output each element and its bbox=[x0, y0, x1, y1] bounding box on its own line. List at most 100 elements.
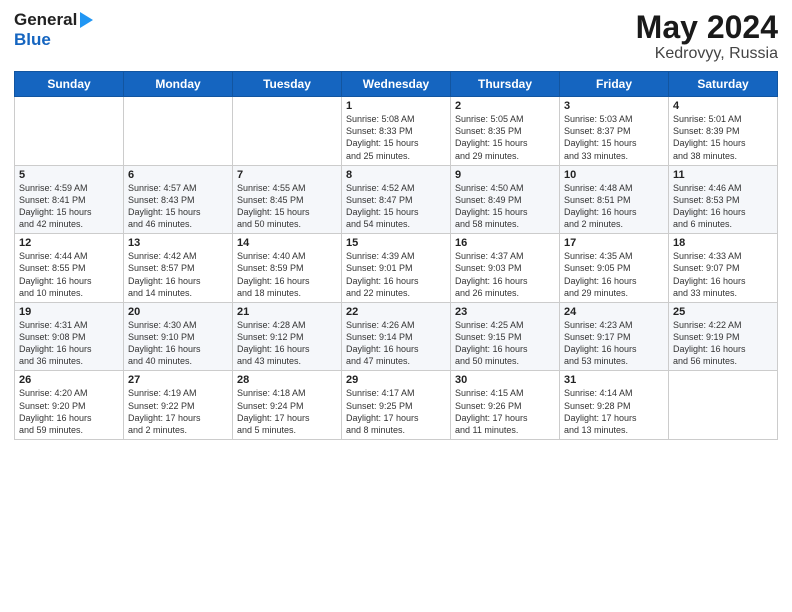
day-info: Sunrise: 4:46 AMSunset: 8:53 PMDaylight:… bbox=[673, 182, 773, 231]
day-info: Sunrise: 4:52 AMSunset: 8:47 PMDaylight:… bbox=[346, 182, 446, 231]
day-number: 20 bbox=[128, 306, 228, 318]
day-number: 2 bbox=[455, 100, 555, 112]
day-number: 10 bbox=[564, 169, 664, 181]
day-number: 1 bbox=[346, 100, 446, 112]
day-info: Sunrise: 4:22 AMSunset: 9:19 PMDaylight:… bbox=[673, 319, 773, 368]
day-number: 12 bbox=[19, 237, 119, 249]
day-info: Sunrise: 4:44 AMSunset: 8:55 PMDaylight:… bbox=[19, 250, 119, 299]
day-info: Sunrise: 4:15 AMSunset: 9:26 PMDaylight:… bbox=[455, 387, 555, 436]
day-number: 8 bbox=[346, 169, 446, 181]
table-row: 1Sunrise: 5:08 AMSunset: 8:33 PMDaylight… bbox=[342, 97, 451, 166]
day-number: 14 bbox=[237, 237, 337, 249]
table-row: 3Sunrise: 5:03 AMSunset: 8:37 PMDaylight… bbox=[560, 97, 669, 166]
day-info: Sunrise: 4:48 AMSunset: 8:51 PMDaylight:… bbox=[564, 182, 664, 231]
title-block: May 2024 Kedrovyy, Russia bbox=[636, 10, 778, 63]
logo-general-text: General bbox=[14, 10, 77, 30]
day-number: 27 bbox=[128, 374, 228, 386]
calendar-week-row: 1Sunrise: 5:08 AMSunset: 8:33 PMDaylight… bbox=[15, 97, 778, 166]
day-number: 13 bbox=[128, 237, 228, 249]
day-number: 6 bbox=[128, 169, 228, 181]
day-info: Sunrise: 4:35 AMSunset: 9:05 PMDaylight:… bbox=[564, 250, 664, 299]
col-saturday: Saturday bbox=[669, 72, 778, 97]
table-row: 26Sunrise: 4:20 AMSunset: 9:20 PMDayligh… bbox=[15, 371, 124, 440]
day-number: 5 bbox=[19, 169, 119, 181]
table-row bbox=[233, 97, 342, 166]
day-info: Sunrise: 4:30 AMSunset: 9:10 PMDaylight:… bbox=[128, 319, 228, 368]
day-number: 9 bbox=[455, 169, 555, 181]
day-info: Sunrise: 4:55 AMSunset: 8:45 PMDaylight:… bbox=[237, 182, 337, 231]
table-row: 25Sunrise: 4:22 AMSunset: 9:19 PMDayligh… bbox=[669, 302, 778, 371]
table-row: 31Sunrise: 4:14 AMSunset: 9:28 PMDayligh… bbox=[560, 371, 669, 440]
table-row: 5Sunrise: 4:59 AMSunset: 8:41 PMDaylight… bbox=[15, 165, 124, 234]
day-number: 30 bbox=[455, 374, 555, 386]
table-row: 27Sunrise: 4:19 AMSunset: 9:22 PMDayligh… bbox=[124, 371, 233, 440]
day-number: 19 bbox=[19, 306, 119, 318]
day-info: Sunrise: 4:19 AMSunset: 9:22 PMDaylight:… bbox=[128, 387, 228, 436]
table-row: 21Sunrise: 4:28 AMSunset: 9:12 PMDayligh… bbox=[233, 302, 342, 371]
table-row: 22Sunrise: 4:26 AMSunset: 9:14 PMDayligh… bbox=[342, 302, 451, 371]
day-number: 15 bbox=[346, 237, 446, 249]
table-row: 19Sunrise: 4:31 AMSunset: 9:08 PMDayligh… bbox=[15, 302, 124, 371]
logo-arrow-icon bbox=[80, 12, 93, 28]
day-info: Sunrise: 4:26 AMSunset: 9:14 PMDaylight:… bbox=[346, 319, 446, 368]
table-row: 2Sunrise: 5:05 AMSunset: 8:35 PMDaylight… bbox=[451, 97, 560, 166]
header: General Blue May 2024 Kedrovyy, Russia bbox=[14, 10, 778, 63]
day-number: 18 bbox=[673, 237, 773, 249]
day-number: 11 bbox=[673, 169, 773, 181]
day-info: Sunrise: 5:08 AMSunset: 8:33 PMDaylight:… bbox=[346, 113, 446, 162]
table-row: 24Sunrise: 4:23 AMSunset: 9:17 PMDayligh… bbox=[560, 302, 669, 371]
day-info: Sunrise: 5:03 AMSunset: 8:37 PMDaylight:… bbox=[564, 113, 664, 162]
day-number: 23 bbox=[455, 306, 555, 318]
day-number: 16 bbox=[455, 237, 555, 249]
day-info: Sunrise: 4:50 AMSunset: 8:49 PMDaylight:… bbox=[455, 182, 555, 231]
day-number: 26 bbox=[19, 374, 119, 386]
day-info: Sunrise: 4:57 AMSunset: 8:43 PMDaylight:… bbox=[128, 182, 228, 231]
calendar-week-row: 5Sunrise: 4:59 AMSunset: 8:41 PMDaylight… bbox=[15, 165, 778, 234]
page: General Blue May 2024 Kedrovyy, Russia S… bbox=[0, 0, 792, 612]
day-info: Sunrise: 5:05 AMSunset: 8:35 PMDaylight:… bbox=[455, 113, 555, 162]
table-row: 6Sunrise: 4:57 AMSunset: 8:43 PMDaylight… bbox=[124, 165, 233, 234]
col-sunday: Sunday bbox=[15, 72, 124, 97]
day-number: 17 bbox=[564, 237, 664, 249]
day-info: Sunrise: 4:39 AMSunset: 9:01 PMDaylight:… bbox=[346, 250, 446, 299]
day-info: Sunrise: 4:40 AMSunset: 8:59 PMDaylight:… bbox=[237, 250, 337, 299]
day-number: 31 bbox=[564, 374, 664, 386]
day-info: Sunrise: 4:14 AMSunset: 9:28 PMDaylight:… bbox=[564, 387, 664, 436]
calendar-week-row: 12Sunrise: 4:44 AMSunset: 8:55 PMDayligh… bbox=[15, 234, 778, 303]
day-number: 22 bbox=[346, 306, 446, 318]
day-info: Sunrise: 4:25 AMSunset: 9:15 PMDaylight:… bbox=[455, 319, 555, 368]
day-info: Sunrise: 4:59 AMSunset: 8:41 PMDaylight:… bbox=[19, 182, 119, 231]
table-row: 12Sunrise: 4:44 AMSunset: 8:55 PMDayligh… bbox=[15, 234, 124, 303]
table-row: 30Sunrise: 4:15 AMSunset: 9:26 PMDayligh… bbox=[451, 371, 560, 440]
col-thursday: Thursday bbox=[451, 72, 560, 97]
day-info: Sunrise: 4:20 AMSunset: 9:20 PMDaylight:… bbox=[19, 387, 119, 436]
col-friday: Friday bbox=[560, 72, 669, 97]
table-row: 8Sunrise: 4:52 AMSunset: 8:47 PMDaylight… bbox=[342, 165, 451, 234]
table-row: 11Sunrise: 4:46 AMSunset: 8:53 PMDayligh… bbox=[669, 165, 778, 234]
table-row bbox=[669, 371, 778, 440]
day-info: Sunrise: 4:23 AMSunset: 9:17 PMDaylight:… bbox=[564, 319, 664, 368]
day-info: Sunrise: 5:01 AMSunset: 8:39 PMDaylight:… bbox=[673, 113, 773, 162]
table-row: 16Sunrise: 4:37 AMSunset: 9:03 PMDayligh… bbox=[451, 234, 560, 303]
day-info: Sunrise: 4:17 AMSunset: 9:25 PMDaylight:… bbox=[346, 387, 446, 436]
logo-blue-text: Blue bbox=[14, 30, 51, 50]
calendar-header-row: Sunday Monday Tuesday Wednesday Thursday… bbox=[15, 72, 778, 97]
table-row: 14Sunrise: 4:40 AMSunset: 8:59 PMDayligh… bbox=[233, 234, 342, 303]
table-row: 10Sunrise: 4:48 AMSunset: 8:51 PMDayligh… bbox=[560, 165, 669, 234]
calendar-week-row: 26Sunrise: 4:20 AMSunset: 9:20 PMDayligh… bbox=[15, 371, 778, 440]
day-info: Sunrise: 4:42 AMSunset: 8:57 PMDaylight:… bbox=[128, 250, 228, 299]
day-info: Sunrise: 4:31 AMSunset: 9:08 PMDaylight:… bbox=[19, 319, 119, 368]
calendar-week-row: 19Sunrise: 4:31 AMSunset: 9:08 PMDayligh… bbox=[15, 302, 778, 371]
table-row bbox=[124, 97, 233, 166]
table-row: 17Sunrise: 4:35 AMSunset: 9:05 PMDayligh… bbox=[560, 234, 669, 303]
day-number: 25 bbox=[673, 306, 773, 318]
day-info: Sunrise: 4:18 AMSunset: 9:24 PMDaylight:… bbox=[237, 387, 337, 436]
table-row: 15Sunrise: 4:39 AMSunset: 9:01 PMDayligh… bbox=[342, 234, 451, 303]
table-row: 29Sunrise: 4:17 AMSunset: 9:25 PMDayligh… bbox=[342, 371, 451, 440]
day-number: 7 bbox=[237, 169, 337, 181]
table-row: 28Sunrise: 4:18 AMSunset: 9:24 PMDayligh… bbox=[233, 371, 342, 440]
logo: General Blue bbox=[14, 10, 93, 50]
table-row: 4Sunrise: 5:01 AMSunset: 8:39 PMDaylight… bbox=[669, 97, 778, 166]
day-number: 4 bbox=[673, 100, 773, 112]
day-number: 3 bbox=[564, 100, 664, 112]
